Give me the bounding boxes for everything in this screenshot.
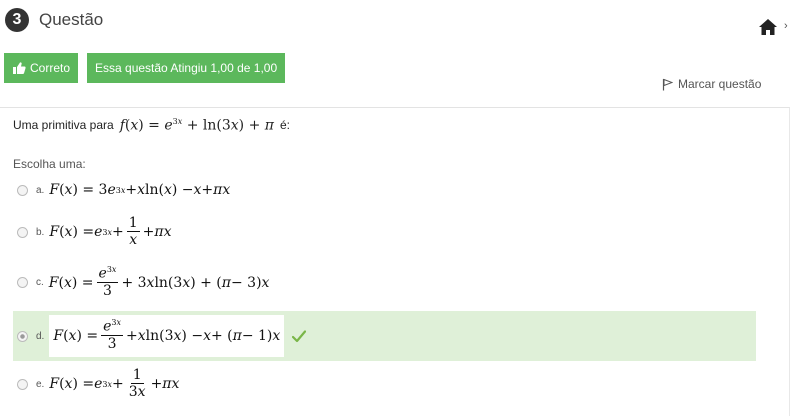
status-label: Correto bbox=[30, 61, 71, 75]
question-number: 3 bbox=[5, 8, 29, 32]
option-d-letter: d. bbox=[36, 330, 45, 342]
score-badge: Essa questão Atingiu 1,00 de 1,00 bbox=[87, 53, 286, 83]
option-a[interactable]: a. F(x) = 3 e 3x + x ln(x) − x + πx bbox=[13, 182, 230, 198]
question-text: Uma primitiva para f(x) = e3x + ln(3x) +… bbox=[13, 117, 290, 134]
option-b-formula: F(x) = e 3x + 1x + πx bbox=[49, 215, 172, 249]
status-badges: Correto Essa questão Atingiu 1,00 de 1,0… bbox=[4, 53, 286, 83]
flag-icon bbox=[662, 78, 673, 90]
option-b-letter: b. bbox=[36, 226, 45, 238]
option-c-formula: F(x) = e3x 3 + 3 x ln(3 x) + (π − 3) x bbox=[48, 265, 270, 300]
option-e[interactable]: e. F(x) = e 3x + 1 3x + πx bbox=[13, 367, 180, 401]
option-e-formula: F(x) = e 3x + 1 3x + πx bbox=[49, 367, 180, 401]
option-d-radio[interactable] bbox=[17, 330, 28, 342]
thumbs-up-icon bbox=[13, 62, 26, 74]
question-formula: f(x) = e3x + ln(3x) + π bbox=[119, 117, 274, 134]
question-header: 3 Questão bbox=[5, 8, 103, 32]
option-a-radio[interactable] bbox=[17, 184, 28, 196]
option-e-letter: e. bbox=[36, 378, 45, 390]
option-b[interactable]: b. F(x) = e 3x + 1x + πx bbox=[13, 215, 172, 249]
option-a-letter: a. bbox=[36, 184, 45, 196]
option-c-letter: c. bbox=[36, 277, 44, 289]
flag-label: Marcar questão bbox=[678, 77, 762, 91]
option-d-formula: F(x) = e3x 3 + x ln(3 x) − x + (π − 1) x bbox=[53, 318, 281, 353]
flag-question-link[interactable]: Marcar questão bbox=[662, 77, 761, 91]
checkmark-icon bbox=[292, 329, 307, 342]
option-b-radio[interactable] bbox=[17, 226, 28, 238]
option-d-formula-box: F(x) = e3x 3 + x ln(3 x) − x + (π − 1) x bbox=[49, 315, 285, 357]
answer-prompt: Escolha uma: bbox=[13, 157, 86, 171]
question-text-suffix: é: bbox=[279, 118, 290, 133]
question-title: Questão bbox=[39, 10, 104, 29]
nav-arrow-icon[interactable]: › bbox=[784, 20, 788, 32]
option-c[interactable]: c. F(x) = e3x 3 + 3 x ln(3 x) + (π − 3) x bbox=[13, 265, 270, 300]
question-text-prefix: Uma primitiva para bbox=[13, 118, 114, 133]
option-a-formula: F(x) = 3 e 3x + x ln(x) − x + πx bbox=[49, 182, 231, 198]
option-d[interactable]: d. F(x) = e3x 3 + x ln(3 x) − x + (π − 1) x bbox=[13, 315, 307, 357]
option-c-radio[interactable] bbox=[17, 277, 28, 289]
status-badge-correct: Correto bbox=[4, 53, 79, 83]
home-icon[interactable] bbox=[758, 18, 778, 36]
option-e-radio[interactable] bbox=[17, 378, 28, 390]
